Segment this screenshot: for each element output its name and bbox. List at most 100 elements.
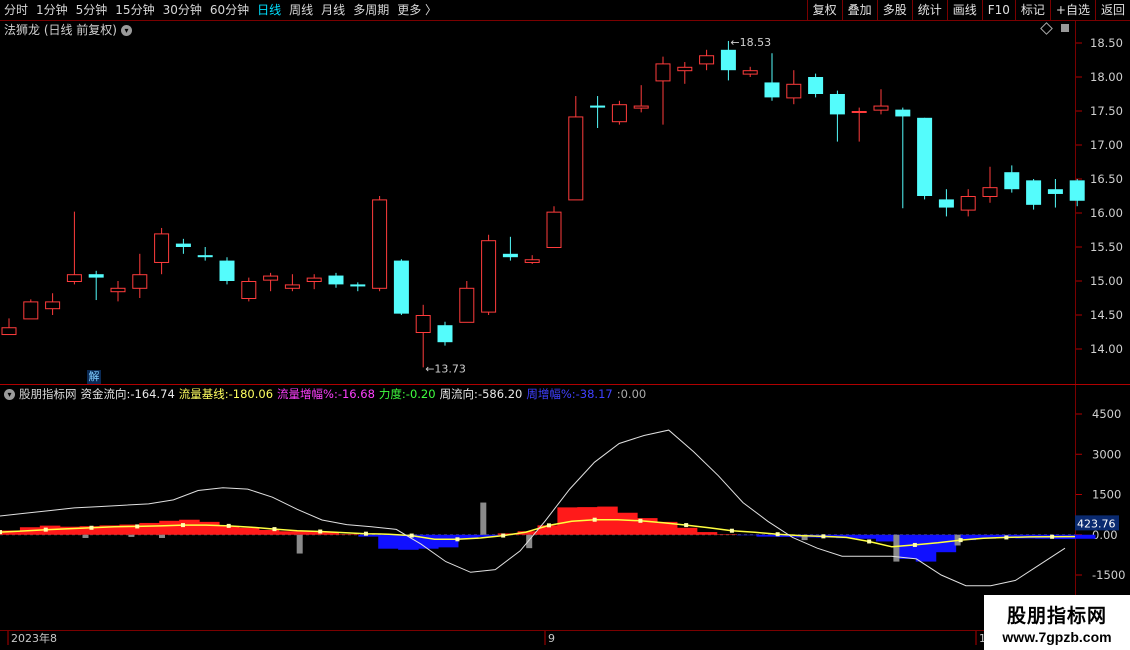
candle-body: [851, 111, 867, 113]
flow-histogram-bar: [378, 534, 399, 549]
flow-histogram-bar: [338, 534, 359, 535]
baseline-marker: [409, 533, 414, 538]
candle-body: [45, 301, 61, 310]
candle-body: [677, 66, 693, 72]
candle-body: [590, 105, 606, 108]
flow-histogram-bar: [597, 506, 618, 535]
flow-histogram-bar: [696, 532, 718, 535]
price-tick-label: 17.50: [1090, 104, 1123, 118]
flow-histogram-bar: [756, 534, 777, 537]
flow-histogram-bar: [238, 527, 260, 535]
baseline-marker: [363, 531, 368, 536]
candle-body: [284, 284, 300, 289]
indicator-field-value: 0.00: [620, 387, 647, 401]
candle-body: [742, 70, 758, 75]
candle-body: [132, 274, 148, 289]
candle-body: [328, 275, 344, 285]
baseline-marker: [455, 537, 460, 542]
candle-body: [938, 199, 954, 208]
candle-body: [1069, 180, 1085, 201]
flow-histogram-bar: [935, 534, 957, 553]
indicator-field-label: 流量增幅%:: [277, 387, 338, 401]
baseline-marker: [0, 530, 2, 535]
candle-body: [393, 260, 409, 314]
indicator-tick-label: 4500: [1092, 407, 1121, 421]
baseline-marker: [592, 517, 597, 522]
indicator-field-value: -180.06: [228, 387, 274, 401]
candle-body: [1004, 172, 1020, 190]
candle-body: [1, 327, 17, 336]
price-tick-label: 15.50: [1090, 240, 1123, 254]
candle-body: [415, 315, 431, 333]
candle-body: [655, 63, 671, 82]
baseline-marker: [821, 534, 826, 539]
candle-body: [66, 274, 82, 283]
baseline-marker: [180, 523, 185, 528]
price-tick-label: 16.50: [1090, 172, 1123, 186]
price-tick-label: 14.00: [1090, 342, 1123, 356]
flow-histogram-bar: [1075, 534, 1096, 539]
jie-badge[interactable]: 解: [87, 370, 101, 384]
chevron-down-icon[interactable]: ▾: [4, 388, 15, 400]
flow-histogram-bar: [617, 512, 638, 535]
baseline-marker: [272, 527, 277, 532]
price-tick-label: 16.00: [1090, 206, 1123, 220]
fund-flow-line: [0, 429, 1066, 587]
baseline-marker: [318, 529, 323, 534]
watermark-title: 股朋指标网: [1006, 605, 1107, 627]
candle-body: [481, 240, 497, 313]
flow-histogram-bar: [179, 519, 200, 535]
candle-body: [1026, 180, 1042, 205]
low-price-label: ←13.73: [425, 362, 466, 375]
candle-body: [241, 281, 257, 299]
candle-body: [502, 253, 518, 258]
candle-body: [568, 116, 584, 201]
candle-body: [23, 301, 39, 320]
candle-body: [982, 187, 998, 198]
baseline-marker: [867, 539, 872, 544]
indicator-name: 股朋指标网: [19, 387, 77, 401]
indicator-title: ▾ 股朋指标网 资金流向: -164.74 流量基线: -180.06 流量增幅%: -1…: [4, 387, 650, 401]
price-tick-label: 15.00: [1090, 274, 1123, 288]
flow-histogram-bar: [159, 520, 180, 535]
candle-body: [611, 104, 627, 123]
baseline-marker: [729, 528, 734, 533]
candle-body: [1047, 189, 1063, 194]
candle-body: [175, 243, 191, 247]
baseline-marker: [1004, 535, 1009, 540]
flow-histogram-bar: [736, 534, 758, 536]
candle-body: [219, 260, 235, 281]
price-tick-label: 18.00: [1090, 70, 1123, 84]
baseline-marker: [89, 525, 94, 530]
watermark-url: www.7gpzb.com: [1002, 629, 1112, 645]
candle-body: [699, 55, 715, 65]
indicator-field-value: -586.20: [477, 387, 523, 401]
kline-chart: 18.50 18.00 17.50 17.00 16.50 16.00 15.50 15.00…: [0, 20, 1130, 650]
candle-body: [917, 117, 933, 196]
candle-body: [829, 94, 845, 115]
baseline-marker: [638, 518, 643, 523]
baseline-marker: [958, 538, 963, 543]
indicator-field-label: 流量基线:: [178, 387, 229, 401]
indicator-field-value: -16.68: [337, 387, 375, 401]
baseline-marker: [135, 524, 140, 529]
flow-histogram-bar: [856, 534, 877, 539]
flow-bar: [893, 534, 900, 562]
date-label: 9: [548, 632, 555, 645]
candle-body: [895, 109, 911, 117]
indicator-field-label: 资金流向:: [80, 387, 131, 401]
candle-body: [546, 211, 562, 248]
candle-body: [437, 325, 453, 343]
flow-histogram-bar: [875, 534, 897, 542]
flow-histogram-bar: [358, 534, 379, 537]
candle-body: [960, 196, 976, 211]
baseline-marker: [1050, 534, 1055, 539]
date-label: 2023年8: [11, 631, 57, 645]
indicator-tick-label: 3000: [1092, 447, 1121, 461]
flow-bar: [82, 534, 89, 538]
baseline-marker: [226, 523, 231, 528]
candle-body: [350, 284, 366, 287]
candle-body: [459, 287, 475, 323]
indicator-field-value: -0.20: [405, 387, 436, 401]
candle-body: [263, 275, 279, 281]
